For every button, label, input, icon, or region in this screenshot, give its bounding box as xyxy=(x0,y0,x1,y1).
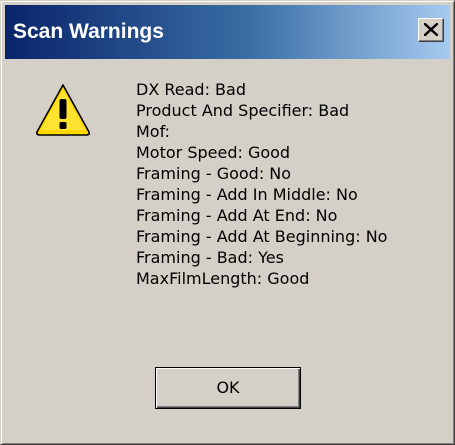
window-title: Scan Warnings xyxy=(13,20,164,43)
message-framing-add-beginning: Framing - Add At Beginning: No xyxy=(136,227,388,246)
close-button[interactable] xyxy=(418,18,444,42)
close-icon xyxy=(424,23,438,36)
message-framing-add-middle: Framing - Add In Middle: No xyxy=(136,185,358,204)
title-bar[interactable]: Scan Warnings xyxy=(5,5,450,59)
message-mof: Mof: xyxy=(136,122,171,141)
message-framing-add-end: Framing - Add At End: No xyxy=(136,206,338,225)
message-motor-speed: Motor Speed: Good xyxy=(136,143,291,162)
scan-warnings-dialog: Scan Warnings DX Read: Bad Product And S… xyxy=(0,0,455,445)
warning-message-list: DX Read: Bad Product And Specifier: Bad … xyxy=(136,79,387,289)
message-product-specifier: Product And Specifier: Bad xyxy=(136,101,350,120)
message-max-film-length: MaxFilmLength: Good xyxy=(136,269,310,288)
warning-icon xyxy=(35,83,93,139)
message-dx-read: DX Read: Bad xyxy=(136,80,246,99)
ok-button[interactable]: OK xyxy=(155,367,301,409)
message-framing-good: Framing - Good: No xyxy=(136,164,292,183)
message-framing-bad: Framing - Bad: Yes xyxy=(136,248,284,267)
